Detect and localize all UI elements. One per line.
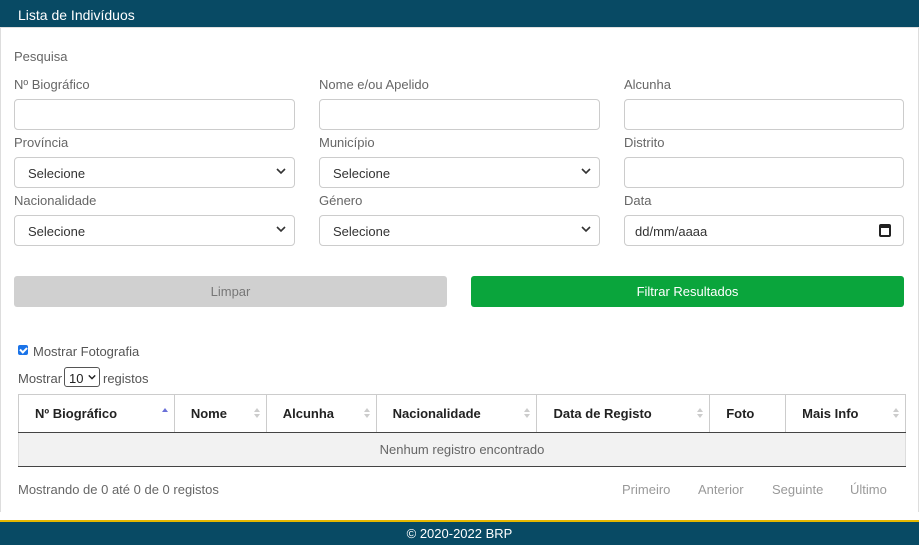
alcunha-input[interactable] [624, 99, 904, 130]
length-prefix: Mostrar [18, 371, 63, 386]
show-photo-checkbox[interactable] [18, 345, 28, 355]
filter-button[interactable]: Filtrar Resultados [471, 276, 904, 307]
sort-asc-icon [161, 408, 168, 412]
column-header-alcunha[interactable]: Alcunha [265, 394, 377, 433]
nacionalidade-select[interactable]: Selecione [14, 215, 295, 246]
provincia-label: Província [14, 135, 69, 150]
data-label: Data [624, 193, 652, 208]
nbio-input[interactable] [14, 99, 295, 130]
column-header-nacionalidade[interactable]: Nacionalidade [375, 394, 538, 433]
municipio-select[interactable]: Selecione [319, 157, 600, 188]
genero-select[interactable]: Selecione [319, 215, 600, 246]
table-info: Mostrando de 0 até 0 de 0 registos [18, 482, 219, 497]
nome-label: Nome e/ou Apelido [319, 77, 429, 92]
distrito-input[interactable] [624, 157, 904, 188]
results-table: Nº Biográfico Nome Alcunha Nacionalidade… [18, 394, 906, 467]
nacionalidade-label: Nacionalidade [14, 193, 97, 208]
provincia-select[interactable]: Selecione [14, 157, 295, 188]
column-header-mais-info[interactable]: Mais Info [785, 394, 906, 433]
nome-input[interactable] [319, 99, 600, 130]
sort-icon [363, 408, 370, 418]
column-header-foto: Foto [709, 394, 787, 433]
sort-icon [524, 408, 531, 418]
chevron-down-icon [276, 168, 286, 175]
panel-title: Lista de Indivíduos [18, 7, 135, 23]
empty-message: Nenhum registro encontrado [18, 432, 906, 467]
column-header-nbio[interactable]: Nº Biográfico [18, 394, 175, 433]
sort-icon [253, 408, 260, 418]
distrito-label: Distrito [624, 135, 665, 150]
page-footer: © 2020-2022 BRP [0, 520, 919, 545]
pagination-next[interactable]: Seguinte [772, 482, 823, 497]
date-input[interactable]: dd/mm/aaaa [624, 215, 904, 246]
table-row-empty: Nenhum registro encontrado [18, 432, 906, 467]
chevron-down-icon [581, 226, 591, 233]
chevron-down-icon [276, 226, 286, 233]
footer-copyright: © 2020-2022 BRP [406, 526, 513, 541]
municipio-label: Município [319, 135, 375, 150]
genero-label: Género [319, 193, 363, 208]
nbio-label: Nº Biográfico [14, 77, 90, 92]
page-length-select[interactable]: 10 [64, 367, 100, 387]
search-heading: Pesquisa [14, 49, 68, 64]
calendar-icon[interactable] [879, 224, 891, 237]
chevron-down-icon [581, 168, 591, 175]
table-header-row: Nº Biográfico Nome Alcunha Nacionalidade… [18, 394, 906, 433]
clear-button[interactable]: Limpar [14, 276, 447, 307]
alcunha-label: Alcunha [624, 77, 671, 92]
length-suffix: registos [103, 371, 149, 386]
sort-icon [697, 408, 704, 418]
column-header-nome[interactable]: Nome [173, 394, 267, 433]
sort-icon [893, 408, 899, 418]
pagination-last[interactable]: Último [850, 482, 887, 497]
panel-header: Lista de Indivíduos [0, 0, 919, 28]
pagination-first[interactable]: Primeiro [622, 482, 670, 497]
show-photo-label: Mostrar Fotografia [33, 344, 140, 359]
chevron-down-icon [88, 374, 96, 380]
pagination-previous[interactable]: Anterior [698, 482, 744, 497]
column-header-data-registo[interactable]: Data de Registo [536, 394, 711, 433]
